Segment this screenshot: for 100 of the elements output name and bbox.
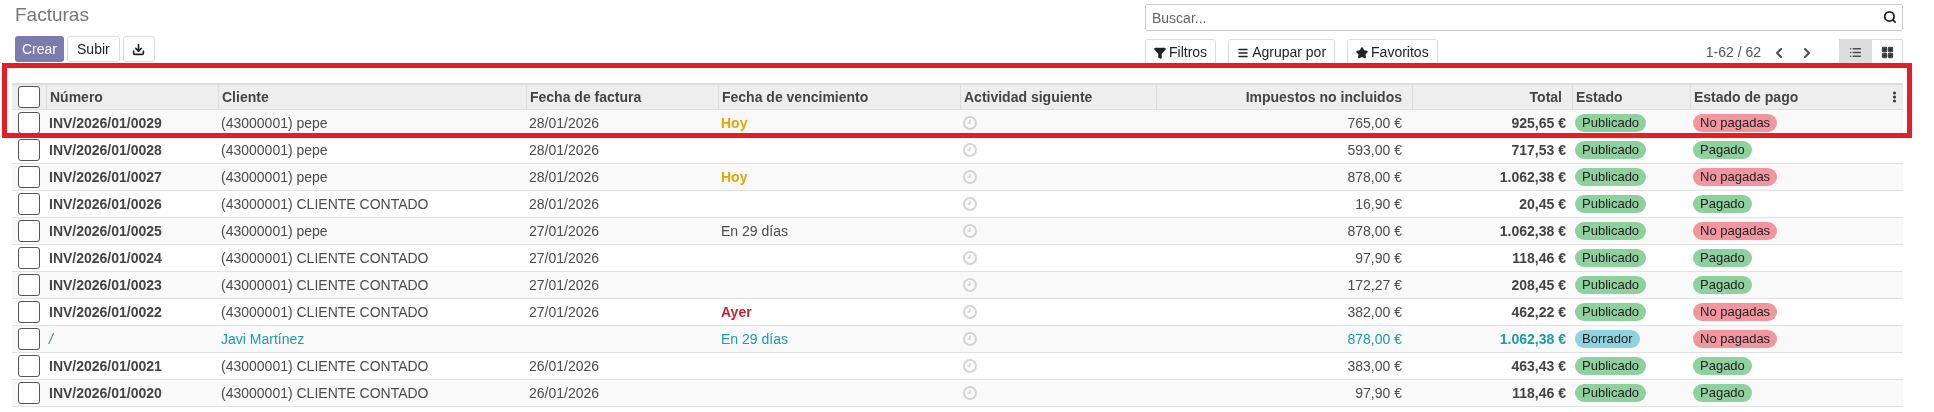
invoice-number: INV/2026/01/0023 [49,276,162,293]
customer-name: (43000001) CLIENTE CONTADO [221,276,429,293]
customer-name: (43000001) CLIENTE CONTADO [221,195,429,212]
invoice-row[interactable]: INV/2026/01/0022 (43000001) CLIENTE CONTADO 27/01/2026 Ayer 382,00 € 462,22 € Publicado No pagadas [12,299,1903,326]
customer-name: (43000001) pepe [221,168,328,185]
customer-name: (43000001) pepe [221,141,328,158]
checkbox[interactable] [18,355,40,377]
star-icon [1356,46,1369,59]
invoice-row[interactable]: INV/2026/01/0028 (43000001) pepe 28/01/2026 593,00 € 717,53 € Publicado Pagado [12,137,1903,164]
payment-badge: Pagado [1693,141,1752,159]
customer-name: (43000001) CLIENTE CONTADO [221,357,429,374]
invoice-date: 26/01/2026 [529,357,600,374]
column-header[interactable]: Actividad siguiente [964,86,1093,108]
checkbox[interactable] [18,166,40,188]
column-header[interactable]: Total [1529,86,1562,108]
search-field[interactable]: Buscar... [1145,4,1903,31]
due-date: En 29 días [721,222,788,239]
payment-badge: Pagado [1693,249,1752,267]
invoice-row[interactable]: INV/2026/01/0027 (43000001) pepe 28/01/2026 Hoy 878,00 € 1.062,38 € Publicado No pagadas [12,164,1903,191]
invoice-number: INV/2026/01/0027 [49,168,162,185]
column-header[interactable]: Fecha de factura [530,86,642,108]
checkbox[interactable] [18,247,40,269]
status-badge: Publicado [1575,276,1647,294]
filters-button[interactable]: Filtros [1145,39,1217,66]
status-badge: Publicado [1575,141,1647,159]
invoice-row[interactable]: INV/2026/01/0026 (43000001) CLIENTE CONTADO 28/01/2026 16,90 € 20,45 € Publicado Pagado [12,191,1903,218]
page-title: Facturas [14,4,90,26]
invoice-date: 27/01/2026 [529,276,600,293]
status-badge: Publicado [1575,195,1647,213]
checkbox[interactable] [18,86,40,108]
customer-name: (43000001) CLIENTE CONTADO [221,303,429,320]
group-by-button[interactable]: Agrupar por [1228,39,1336,66]
untaxed-amount: 383,00 € [1347,356,1402,376]
status-badge: Publicado [1575,168,1647,186]
checkbox[interactable] [18,328,40,350]
customer-name: Javi Martínez [221,330,305,347]
checkbox[interactable] [18,139,40,161]
due-date: En 29 días [721,330,788,347]
status-badge: Publicado [1575,249,1647,267]
invoice-date: 28/01/2026 [529,195,600,212]
search-icon[interactable] [1883,10,1897,24]
invoice-row[interactable]: INV/2026/01/0020 (43000001) CLIENTE CONTADO 26/01/2026 97,90 € 118,46 € Publicado Pagado [12,380,1903,407]
column-header[interactable]: Estado de pago [1694,86,1799,108]
invoice-number: / [49,330,53,347]
invoice-number: INV/2026/01/0021 [49,357,162,374]
invoice-row[interactable]: / Javi Martínez En 29 días 878,00 € 1.062,38 € Borrador No pagadas [12,326,1903,353]
invoice-number: INV/2026/01/0022 [49,303,162,320]
payment-badge: No pagadas [1693,114,1778,132]
filter-icon [1154,46,1166,59]
invoice-row[interactable]: INV/2026/01/0024 (43000001) CLIENTE CONTADO 27/01/2026 97,90 € 118,46 € Publicado Pagado [12,245,1903,272]
status-badge: Borrador [1575,330,1640,348]
checkbox[interactable] [18,274,40,296]
total-amount: 118,46 € [1512,383,1566,403]
invoice-row[interactable]: INV/2026/01/0025 (43000001) pepe 27/01/2026 En 29 días 878,00 € 1.062,38 € Publicado No pagadas [12,218,1903,245]
checkbox[interactable] [18,112,40,134]
checkbox[interactable] [18,382,40,404]
pager-count: 1-62 / 62 [1705,43,1761,62]
payment-badge: No pagadas [1693,168,1778,186]
column-header[interactable]: Cliente [222,86,269,108]
invoice-number: INV/2026/01/0029 [49,114,162,131]
invoice-row[interactable]: INV/2026/01/0021 (43000001) CLIENTE CONTADO 26/01/2026 383,00 € 463,43 € Publicado Pagado [12,353,1903,380]
invoice-date: 27/01/2026 [529,303,600,320]
column-header[interactable]: Estado [1576,86,1623,108]
status-badge: Publicado [1575,222,1647,240]
download-button[interactable] [122,36,155,62]
checkbox[interactable] [18,220,40,242]
customer-name: (43000001) CLIENTE CONTADO [221,249,429,266]
customer-name: (43000001) pepe [221,114,328,131]
column-header[interactable]: Fecha de vencimiento [722,86,869,108]
group-icon [1237,46,1250,59]
untaxed-amount: 16,90 € [1355,194,1402,214]
untaxed-amount: 97,90 € [1355,248,1402,268]
invoice-date: 27/01/2026 [529,222,600,239]
checkbox[interactable] [18,301,40,323]
untaxed-amount: 97,90 € [1355,383,1402,403]
column-header[interactable]: Número [50,86,103,108]
column-header[interactable]: Impuestos no incluidos [1245,86,1402,108]
create-button[interactable]: Crear [15,36,64,62]
payment-badge: Pagado [1693,276,1752,294]
untaxed-amount: 878,00 € [1347,167,1402,187]
invoice-date: 28/01/2026 [529,141,600,158]
upload-button[interactable]: Subir [67,36,120,62]
total-amount: 462,22 € [1511,302,1566,322]
payment-badge: No pagadas [1693,303,1778,321]
untaxed-amount: 382,00 € [1347,302,1402,322]
invoice-number: INV/2026/01/0028 [49,141,162,158]
status-badge: Publicado [1575,384,1647,402]
invoice-row[interactable]: INV/2026/01/0023 (43000001) CLIENTE CONTADO 27/01/2026 172,27 € 208,45 € Publicado Pagado [12,272,1903,299]
more-icon[interactable] [1893,91,1896,103]
invoice-number: INV/2026/01/0024 [49,249,162,266]
download-icon [132,42,146,56]
status-badge: Publicado [1575,357,1647,375]
list-icon [1848,46,1862,59]
checkbox[interactable] [18,193,40,215]
favorites-button[interactable]: Favoritos [1347,39,1438,66]
untaxed-amount: 878,00 € [1347,221,1402,241]
total-amount: 208,45 € [1511,275,1566,295]
due-date: Hoy [721,168,748,185]
untaxed-amount: 172,27 € [1347,275,1402,295]
grid-icon [1880,46,1894,59]
